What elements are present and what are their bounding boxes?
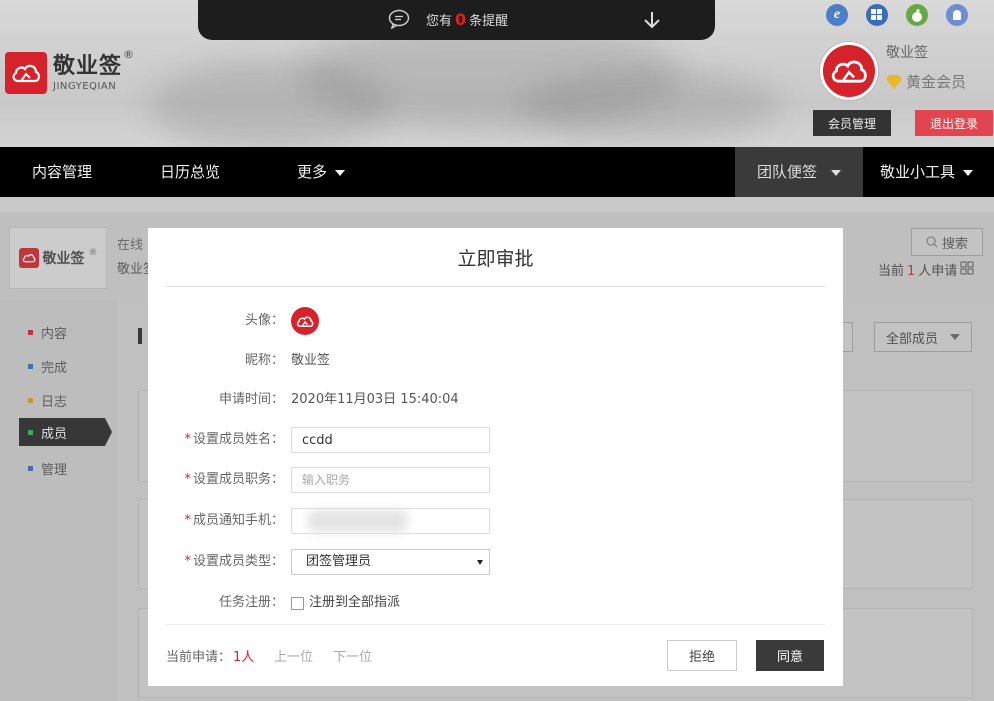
applicant-avatar [291, 307, 319, 335]
avatar-cloud-icon [831, 60, 867, 83]
nav-tools[interactable]: 敬业小工具 [880, 147, 974, 197]
ie-icon[interactable]: e [826, 4, 848, 26]
logo-name-en: JINGYEQIAN [53, 80, 117, 92]
user-name: 敬业签 [886, 45, 928, 61]
android-icon[interactable] [946, 4, 968, 26]
diamond-icon [886, 74, 902, 89]
member-level-text: 黄金会员 [906, 73, 967, 91]
redaction-blur [308, 510, 408, 532]
cloud-decoration [150, 60, 390, 147]
reminder-suffix: 条提醒 [469, 14, 509, 29]
member-phone-row: * 成员通知手机： [148, 508, 843, 534]
task-register-label: 任务注册： [218, 595, 284, 610]
main-navbar: 内容管理 日历总览 更多 团队便签 敬业小工具 [0, 147, 994, 197]
member-name-row: * 设置成员姓名： [148, 427, 843, 453]
site-logo[interactable]: 敬业签 JINGYEQIAN ® [5, 48, 134, 94]
divider [165, 286, 825, 287]
logo-text: 敬业签 JINGYEQIAN [53, 53, 123, 92]
member-type-select[interactable]: 团签管理员 [291, 549, 490, 575]
member-type-row: * 设置成员类型： 团签管理员 [148, 549, 843, 575]
reminder-prefix: 您有 [426, 14, 453, 29]
caret-down-icon [963, 169, 974, 176]
member-job-label: * 设置成员职务： [184, 472, 284, 487]
logout-button[interactable]: 退出登录 [915, 110, 993, 136]
member-job-label-text: 设置成员职务： [192, 472, 284, 487]
current-applicant-label: 当前申请： [166, 650, 232, 665]
member-name-label: * 设置成员姓名： [184, 432, 284, 447]
member-type-label-text: 设置成员类型： [192, 554, 284, 569]
member-level: 黄金会员 [886, 71, 966, 92]
approval-dialog: 立即审批 头像： 昵称： 敬业签 申请时间： 2020年11月03日 15:40… [148, 228, 843, 686]
nav-tools-label: 敬业小工具 [880, 163, 956, 181]
current-applicant-info: 当前申请： 1人 [166, 646, 254, 665]
apple-icon[interactable] [906, 4, 928, 26]
logo-cloud-icon [5, 52, 47, 94]
agree-button[interactable]: 同意 [756, 640, 824, 671]
select-arrow-icon [477, 560, 483, 565]
registered-mark: ® [123, 48, 134, 61]
nickname-row: 昵称： 敬业签 [148, 348, 843, 374]
member-job-input[interactable] [291, 467, 490, 493]
member-name-label-text: 设置成员姓名： [192, 432, 284, 447]
platform-icons: e [826, 4, 968, 26]
caret-down-icon [831, 169, 842, 176]
nav-calendar-overview[interactable]: 日历总览 [160, 147, 220, 197]
windows-icon[interactable] [866, 4, 888, 26]
reminder-bar[interactable]: 您有 0 条提醒 [198, 0, 715, 40]
logo-name-cn: 敬业签 [53, 53, 123, 79]
dialog-title: 立即审批 [457, 248, 534, 270]
avatar-label: 头像： [244, 313, 284, 328]
nav-team-notes[interactable]: 团队便签 [735, 147, 863, 197]
member-management-button[interactable]: 会员管理 [813, 110, 891, 136]
nav-team-label: 团队便签 [757, 163, 818, 181]
avatar-cloud-icon [296, 316, 314, 327]
nickname-label: 昵称： [244, 353, 284, 368]
reject-button[interactable]: 拒绝 [667, 640, 737, 671]
reminder-text: 您有 0 条提醒 [426, 10, 508, 29]
reminder-count: 0 [455, 10, 467, 29]
register-all-checkbox[interactable] [291, 597, 304, 610]
nickname-value: 敬业签 [291, 353, 331, 368]
task-register-row: 任务注册： 注册到全部指派 [148, 590, 843, 616]
member-phone-label: * 成员通知手机： [184, 513, 284, 528]
member-name-input[interactable] [291, 427, 490, 453]
cloud-decoration [520, 70, 780, 140]
previous-applicant-link[interactable]: 上一位 [274, 646, 313, 665]
arrow-down-icon[interactable] [642, 10, 662, 30]
nav-more-label: 更多 [297, 163, 328, 181]
apply-time-value: 2020年11月03日 15:40:04 [291, 392, 459, 407]
caret-down-icon [335, 169, 346, 176]
current-applicant-count: 1人 [233, 650, 255, 665]
user-avatar[interactable] [820, 42, 878, 100]
member-type-value: 团签管理员 [306, 554, 372, 569]
divider [165, 624, 825, 625]
member-job-row: * 设置成员职务： [148, 467, 843, 493]
message-icon [388, 9, 410, 29]
nav-content-management[interactable]: 内容管理 [32, 147, 92, 197]
register-all-label[interactable]: 注册到全部指派 [309, 590, 400, 616]
member-type-label: * 设置成员类型： [184, 554, 284, 569]
nav-more[interactable]: 更多 [297, 147, 346, 197]
time-row: 申请时间： 2020年11月03日 15:40:04 [148, 387, 843, 413]
avatar-row: 头像： [148, 307, 843, 335]
time-label: 申请时间： [218, 392, 284, 407]
member-phone-label-text: 成员通知手机： [192, 513, 284, 528]
next-applicant-link[interactable]: 下一位 [333, 646, 372, 665]
